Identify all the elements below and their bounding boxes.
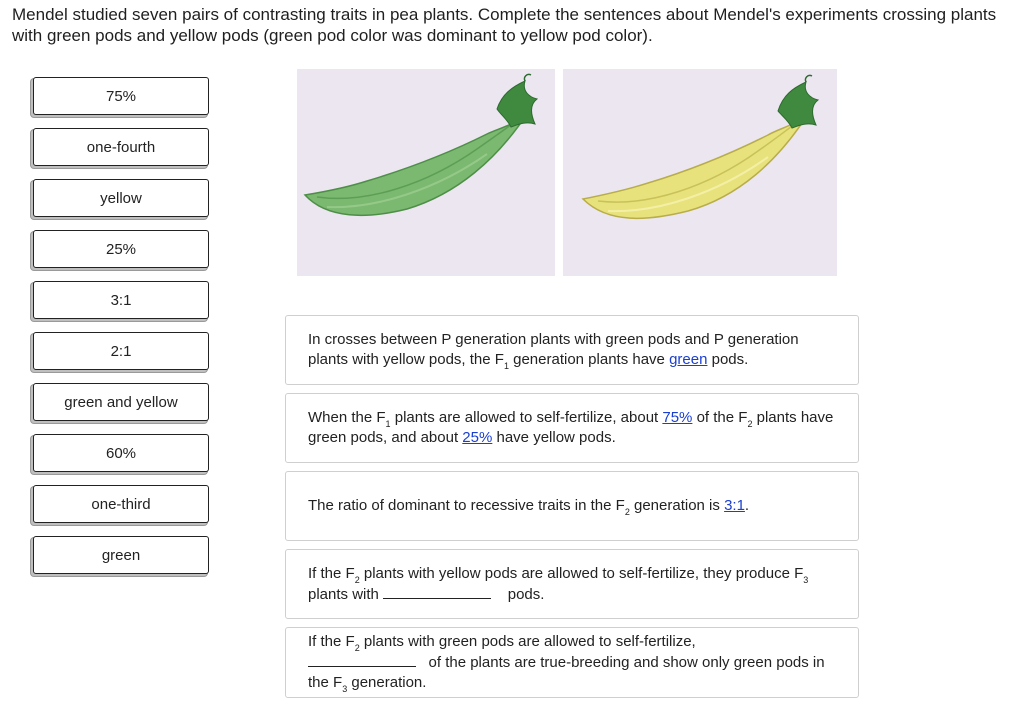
sentence-2-text: When the F1 plants are allowed to self-f… — [308, 409, 834, 446]
sentence-3-answer-3-to-1[interactable]: 3:1 — [724, 497, 745, 514]
sentence-2-answer-75-percent[interactable]: 75% — [662, 409, 692, 426]
sentence-5-box[interactable]: If the F2 plants with green pods are all… — [285, 627, 859, 698]
sentence-4-blank[interactable] — [383, 584, 492, 599]
yellow-pod-image — [563, 69, 837, 276]
sentence-4-box[interactable]: If the F2 plants with yellow pods are al… — [285, 549, 859, 619]
choice-3-to-1[interactable]: 3:1 — [33, 281, 209, 319]
choice-2-to-1[interactable]: 2:1 — [33, 332, 209, 370]
choice-green-and-yellow[interactable]: green and yellow — [33, 383, 209, 421]
choice-one-third[interactable]: one-third — [33, 485, 209, 523]
sentence-1-text: In crosses between P generation plants w… — [308, 331, 799, 371]
sentence-1-box[interactable]: In crosses between P generation plants w… — [285, 315, 859, 385]
sentence-4-text: If the F2 plants with yellow pods are al… — [308, 564, 809, 603]
sentence-3-text: The ratio of dominant to recessive trait… — [308, 497, 750, 517]
choice-green[interactable]: green — [33, 536, 209, 574]
choice-one-fourth[interactable]: one-fourth — [33, 128, 209, 166]
yellow-pod-illustration — [581, 74, 820, 220]
question-text: Mendel studied seven pairs of contrastin… — [12, 5, 997, 45]
sentence-5-blank[interactable] — [308, 652, 416, 667]
sentence-2-answer-25-percent[interactable]: 25% — [462, 429, 492, 446]
choice-yellow[interactable]: yellow — [33, 179, 209, 217]
sentence-1-answer-green[interactable]: green — [669, 351, 707, 368]
green-pod-image — [297, 69, 555, 276]
sentence-5-text: If the F2 plants with green pods are all… — [308, 633, 825, 694]
choice-60-percent[interactable]: 60% — [33, 434, 209, 472]
choice-25-percent[interactable]: 25% — [33, 230, 209, 268]
sentence-3-box[interactable]: The ratio of dominant to recessive trait… — [285, 471, 859, 541]
sentence-2-box[interactable]: When the F1 plants are allowed to self-f… — [285, 393, 859, 463]
green-pod-illustration — [303, 73, 539, 217]
choice-75-percent[interactable]: 75% — [33, 77, 209, 115]
